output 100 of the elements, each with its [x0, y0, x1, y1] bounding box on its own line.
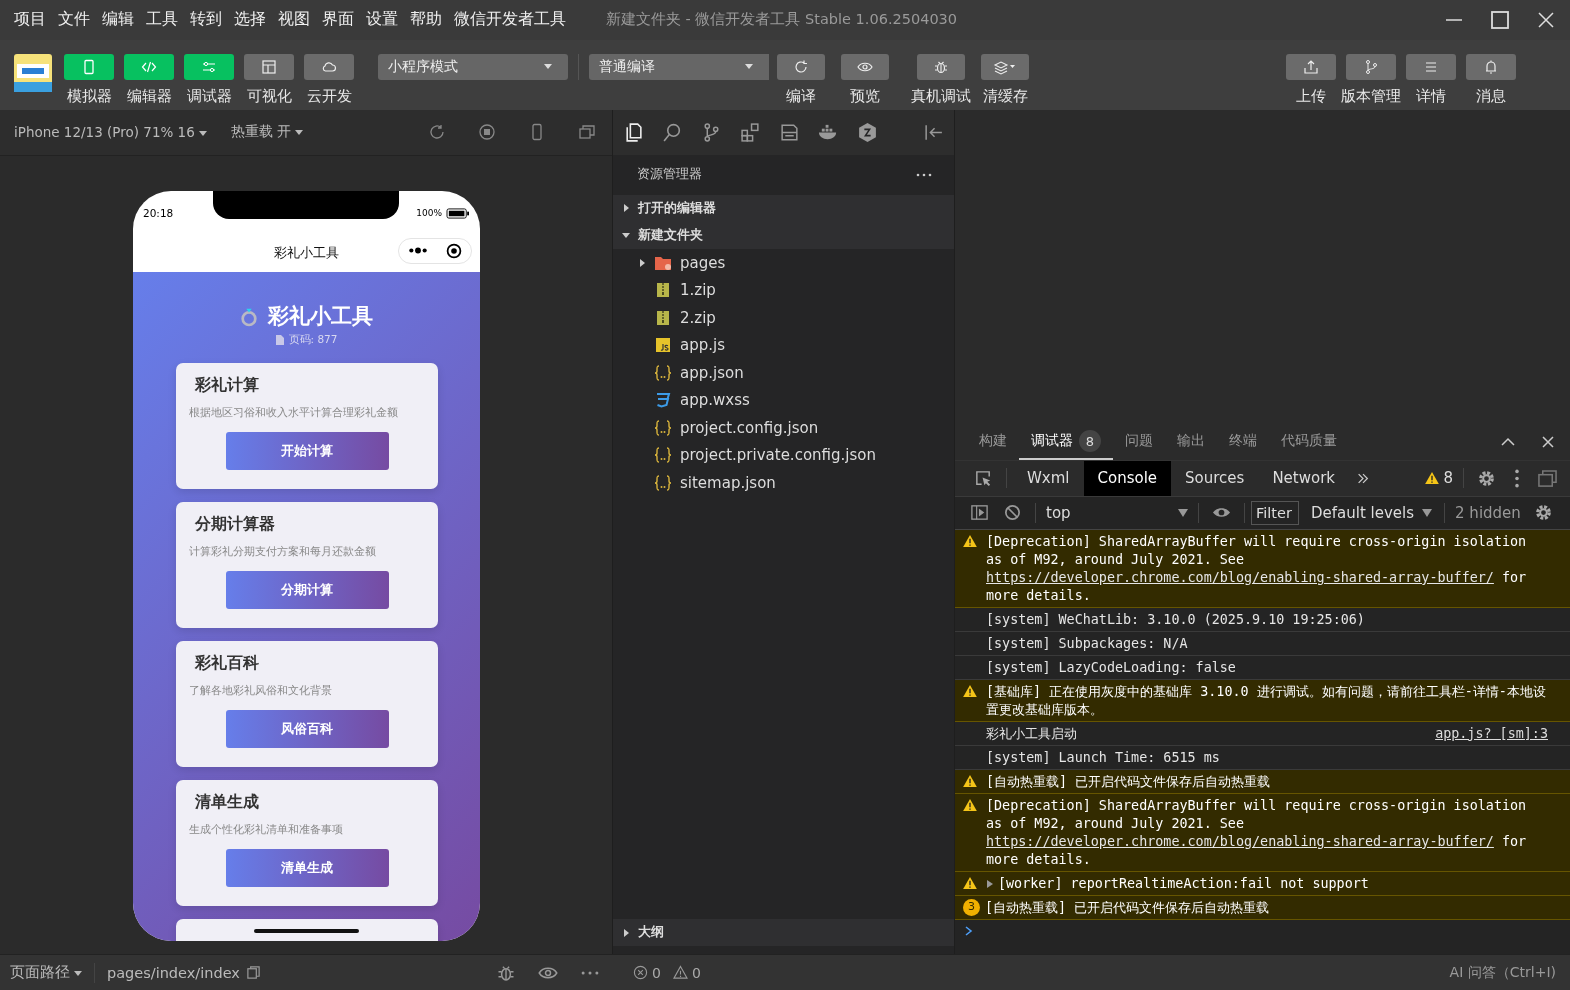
windows-icon[interactable] [578, 123, 596, 142]
file-item[interactable]: pages [613, 248, 954, 277]
devtools-tab[interactable]: Wxml [1013, 460, 1084, 496]
branch-icon[interactable] [701, 121, 722, 143]
file-item[interactable]: 2.zip [613, 303, 954, 332]
menu-item[interactable]: 项目 [14, 9, 46, 31]
toolbar-button[interactable] [917, 53, 965, 80]
file-item[interactable]: app.json [613, 358, 954, 387]
window-title: 新建文件夹 - 微信开发者工具 Stable 1.06.2504030 [606, 10, 958, 30]
card-title: 清单生成 [194, 791, 260, 813]
bell-icon [1483, 58, 1499, 75]
toolbar-button[interactable] [1466, 53, 1516, 80]
save-icon[interactable] [779, 121, 800, 143]
rotate-icon[interactable] [428, 123, 446, 142]
folder-icon [654, 254, 672, 271]
settings-icon[interactable] [1533, 503, 1553, 523]
sidebar-icon[interactable] [970, 503, 989, 523]
target-icon [446, 242, 462, 259]
context-dropdown[interactable]: top [1042, 503, 1192, 522]
toolbar-toggle-button[interactable] [124, 53, 174, 80]
card-button[interactable]: 开始计算 [225, 431, 389, 470]
toolbar-toggle-button[interactable] [184, 53, 234, 80]
settings-icon[interactable] [1477, 468, 1496, 488]
toolbar-button[interactable] [1406, 53, 1456, 80]
menu-item[interactable]: 帮助 [410, 9, 442, 31]
more-icon[interactable] [916, 172, 932, 177]
ai-assistant-link[interactable]: AI 问答（Ctrl+I) [1449, 963, 1556, 982]
panel-tab[interactable]: 问题 [1113, 424, 1165, 460]
file-item[interactable]: 1.zip [613, 276, 954, 304]
menu-item[interactable]: 转到 [190, 9, 222, 31]
menu-item[interactable]: 工具 [146, 9, 178, 31]
document-icon [275, 334, 284, 345]
section-header[interactable]: 新建文件夹 [613, 221, 954, 249]
toolbar-label: 模拟器 [66, 86, 112, 106]
menu-item[interactable]: 视图 [278, 9, 310, 31]
toolbar-label: 调试器 [186, 86, 232, 106]
warning-count[interactable]: 8 [1425, 469, 1453, 488]
file-item[interactable]: app.js [613, 331, 954, 359]
extensions-icon[interactable] [740, 121, 761, 143]
toolbar-label: 清缓存 [982, 86, 1028, 106]
page-path-dropdown[interactable]: 页面路径 [10, 963, 82, 982]
toolbar-label: 消息 [1476, 86, 1506, 106]
device-dropdown[interactable]: iPhone 12/13 (Pro) 71% 16 [14, 124, 207, 141]
levels-dropdown[interactable]: Default levels [1305, 503, 1439, 522]
file-item[interactable]: project.config.json [613, 413, 954, 442]
menu-item[interactable]: 编辑 [102, 9, 134, 31]
project-logo-icon[interactable] [14, 53, 52, 92]
menu-item[interactable]: 文件 [58, 9, 90, 31]
menu-item[interactable]: 界面 [322, 9, 354, 31]
file-item[interactable]: app.wxss [613, 386, 954, 414]
devtools-tab[interactable]: Console [1083, 460, 1172, 496]
toolbar-toggle-button[interactable] [64, 53, 114, 80]
devtools-tab[interactable]: Sources [1171, 460, 1259, 496]
copy-icon[interactable] [245, 965, 261, 980]
hot-reload-dropdown[interactable]: 热重载 开 [230, 123, 304, 142]
menu-item[interactable]: 设置 [366, 9, 398, 31]
card-button[interactable]: 风俗百科 [225, 709, 389, 748]
file-item[interactable]: project.private.config.json [613, 441, 954, 469]
card-description: 了解各地彩礼风俗和文化背景 [188, 682, 333, 698]
inspect-icon[interactable] [974, 468, 993, 488]
search-icon[interactable] [662, 121, 683, 143]
menu-item[interactable]: 选择 [234, 9, 266, 31]
toolbar-button[interactable] [777, 53, 825, 80]
stop-icon[interactable] [478, 123, 496, 142]
file-item[interactable]: sitemap.json [613, 468, 954, 497]
clear-icon[interactable] [1003, 503, 1022, 523]
panel-tab[interactable]: 输出 [1165, 424, 1217, 460]
source-link[interactable]: app.js? [sm]:3 [1435, 724, 1548, 743]
message-link[interactable]: https://developer.chrome.com/blog/enabling-shared-array-buffer/ [986, 833, 1494, 849]
mode-dropdown[interactable]: 小程序模式 [378, 53, 568, 80]
panel-tab[interactable]: 终端 [1217, 424, 1269, 460]
files-icon[interactable] [623, 121, 644, 143]
panel-tab[interactable]: 代码质量 [1269, 424, 1349, 460]
toolbar-button[interactable] [841, 53, 889, 80]
dock-icon[interactable] [1538, 468, 1557, 488]
error-count[interactable]: 0 [633, 964, 661, 981]
card-button[interactable]: 清单生成 [225, 848, 389, 887]
toolbar-toggle-button[interactable] [304, 53, 354, 80]
close-icon[interactable] [1536, 9, 1556, 30]
expand-icon[interactable] [986, 879, 994, 888]
filter-field[interactable]: Filter [1251, 500, 1299, 525]
message-link[interactable]: https://developer.chrome.com/blog/enabling-shared-array-buffer/ [986, 569, 1494, 585]
warning-icon [963, 774, 977, 787]
card-button[interactable]: 分期计算 [225, 570, 389, 609]
warning-count[interactable]: 0 [672, 964, 701, 981]
menu-item[interactable]: 微信开发者工具 [454, 9, 566, 31]
message-text: [Deprecation] SharedArrayBuffer will require cross-origin isolation as of M92, around July 2021. See https://developer.chrome.com/blog/enabling-shared-array-buffer/ for more details. [986, 796, 1528, 869]
toolbar-button[interactable] [1346, 53, 1396, 80]
toolbar-button[interactable] [981, 53, 1029, 80]
toolbar-toggle-button[interactable] [244, 53, 294, 80]
section-header[interactable]: 大纲 [613, 919, 954, 947]
devtools-tab[interactable]: Network [1258, 460, 1350, 496]
panel-tab[interactable]: 构建 [967, 424, 1019, 460]
caret-icon [544, 64, 552, 70]
hexagon-icon[interactable] [857, 121, 878, 143]
maximize-icon[interactable] [1490, 9, 1510, 30]
message-text: [基础库] 正在使用灰度中的基础库 3.10.0 进行调试。如有问题，请前往工具栏-详情-本地设置更改基础库版本。 [986, 682, 1547, 719]
toolbar-button[interactable] [1286, 53, 1336, 80]
compile-dropdown[interactable]: 普通编译 [589, 53, 769, 80]
section-header[interactable]: 打开的编辑器 [613, 194, 954, 222]
